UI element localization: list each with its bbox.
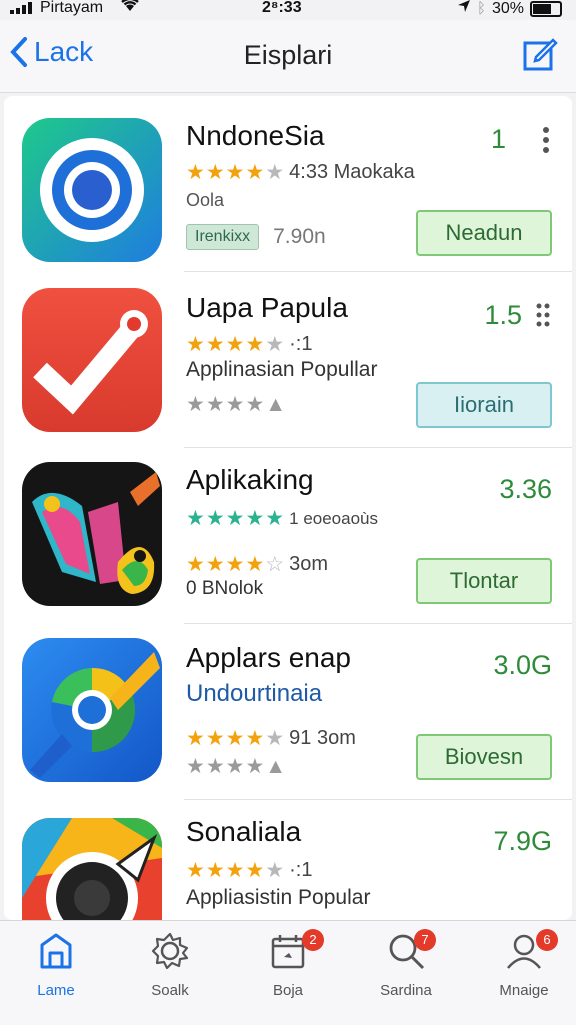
- rating-row-secondary: ★★★★▲: [186, 392, 291, 417]
- tab-calendar[interactable]: 2 Boja: [238, 929, 338, 999]
- get-button[interactable]: Neadun: [416, 210, 552, 256]
- more-icon[interactable]: [542, 126, 550, 160]
- app-icon-chrome: [22, 638, 162, 782]
- settings-icon: [151, 932, 189, 970]
- edit-icon: [523, 38, 558, 71]
- app-icon-target: [22, 118, 162, 262]
- rating-text: 91 3om: [289, 727, 356, 749]
- app-name: NndoneSia: [186, 120, 325, 151]
- app-icon-camera: [22, 818, 162, 920]
- app-list: NndoneSia ★★★★★ 4:33 Maokaka Oola Irenki…: [4, 96, 572, 920]
- star-rating: ★★★★★: [186, 859, 286, 882]
- wifi-icon: [120, 0, 140, 17]
- star-rating: ★★★★★: [186, 333, 286, 356]
- rating-text: 4:33 Maokaka: [289, 161, 415, 183]
- list-item[interactable]: Uapa Papula ★★★★★ ·:1 Applinasian Popull…: [4, 272, 572, 448]
- app-price: 1.5: [484, 300, 522, 330]
- app-subtitle: Undourtinaia: [186, 680, 323, 707]
- get-button[interactable]: Tlontar: [416, 558, 552, 604]
- app-subtitle: 0 BNolok: [186, 578, 264, 599]
- tab-bar: Lame Soalk 2 Boja 7 Sardina 6 Mnaige: [0, 920, 576, 1025]
- rating-row: ★★★★★ ·:1: [186, 858, 312, 883]
- tab-profile[interactable]: 6 Mnaige: [474, 929, 574, 999]
- carrier-name: Pirtayam: [40, 0, 104, 16]
- tab-home[interactable]: Lame: [6, 931, 106, 999]
- app-icon-paint: [22, 462, 162, 606]
- app-name: Applars enap: [186, 642, 352, 673]
- star-rating: ★★★★▲: [186, 755, 288, 778]
- list-item[interactable]: Sonaliala ★★★★★ ·:1 Appliasistin Popular…: [4, 800, 572, 920]
- page-title: Eisplari: [243, 40, 333, 70]
- grid-icon[interactable]: [536, 302, 550, 334]
- rating-row: ★★★★★ 1 eoeoaoùs: [186, 506, 378, 531]
- app-name: Aplikaking: [186, 464, 314, 495]
- signal-icon: [10, 2, 32, 14]
- list-item[interactable]: Aplikaking ★★★★★ 1 eoeoaoùs ★★★★☆ 3om 0 …: [4, 448, 572, 624]
- tab-label: Soalk: [151, 982, 189, 999]
- battery-icon: [530, 0, 562, 17]
- rating-row-secondary: ★★★★▲: [186, 754, 291, 779]
- meta-row: Irenkixx 7.90n: [186, 224, 326, 250]
- app-icon-check: [22, 288, 162, 432]
- bluetooth-icon: ᛒ: [476, 0, 486, 17]
- star-rating: ★★★★★: [186, 161, 286, 184]
- navigation-bar: Lack Eisplari: [0, 20, 576, 93]
- notification-badge: 6: [536, 929, 558, 951]
- star-rating: ★★★★▲: [186, 393, 288, 416]
- app-name: Uapa Papula: [186, 292, 348, 323]
- list-item[interactable]: Applars enap Undourtinaia ★★★★★ 91 3om ★…: [4, 624, 572, 800]
- tab-label: Lame: [37, 982, 75, 999]
- star-rating: ★★★★★: [186, 507, 286, 530]
- location-icon: [457, 0, 471, 18]
- rating-row-secondary: ★★★★☆ 3om: [186, 552, 328, 577]
- app-subtitle: Appliasistin Popular: [186, 886, 371, 909]
- rating-text: 1 eoeoaoùs: [289, 508, 379, 528]
- rating-text: ·:1: [289, 859, 313, 881]
- rating-text: 3om: [289, 553, 329, 575]
- clock: 2⁸:33: [262, 0, 302, 16]
- home-icon: [40, 933, 72, 969]
- get-button[interactable]: Biovesn: [416, 734, 552, 780]
- star-rating: ★★★★★: [186, 727, 286, 750]
- star-rating: ★★★★☆: [186, 553, 286, 576]
- app-size: 7.90n: [273, 225, 326, 248]
- rating-text: ·:1: [289, 333, 313, 355]
- app-price: 3.0G: [493, 650, 552, 680]
- rating-row: ★★★★★ 4:33 Maokaka: [186, 160, 415, 185]
- notification-badge: 2: [302, 929, 324, 951]
- app-subtitle: Oola: [186, 190, 225, 210]
- compose-button[interactable]: [522, 36, 558, 77]
- notification-badge: 7: [414, 929, 436, 951]
- tab-label: Mnaige: [499, 982, 549, 999]
- tab-label: Boja: [272, 982, 304, 999]
- tab-settings[interactable]: Soalk: [120, 931, 220, 999]
- app-price: 7.9G: [493, 826, 552, 856]
- get-button[interactable]: Iiorain: [416, 382, 552, 428]
- app-subtitle: Applinasian Popullar: [186, 358, 378, 381]
- tab-search[interactable]: 7 Sardina: [356, 929, 456, 999]
- rating-row: ★★★★★ ·:1: [186, 332, 312, 357]
- rating-row: ★★★★★ 91 3om: [186, 726, 356, 751]
- category-badge: Irenkixx: [186, 224, 260, 250]
- app-name: Sonaliala: [186, 816, 302, 847]
- battery-percent: 30%: [491, 0, 524, 17]
- app-price: 1: [490, 124, 506, 154]
- app-price: 3.36: [499, 474, 552, 504]
- status-bar: Pirtayam 2⁸:33 ᛒ 30%: [0, 0, 576, 20]
- tab-label: Sardina: [380, 982, 432, 999]
- list-item[interactable]: NndoneSia ★★★★★ 4:33 Maokaka Oola Irenki…: [4, 96, 572, 272]
